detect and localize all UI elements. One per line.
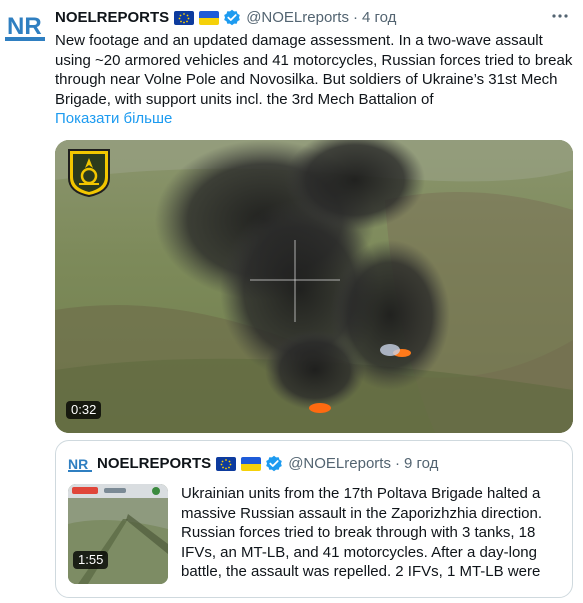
quoted-header-separator: ·	[394, 455, 400, 472]
ukraine-flag-icon	[199, 11, 220, 25]
quoted-account-name[interactable]: NOELREPORTS	[97, 454, 211, 474]
quoted-video-frame	[68, 484, 168, 584]
verified-badge-icon	[223, 9, 241, 27]
header-separator: ·	[352, 9, 358, 26]
video-duration: 0:32	[66, 401, 102, 419]
account-avatar[interactable]: NR	[5, 7, 45, 43]
quoted-tweet-timestamp[interactable]: 9 год	[404, 454, 438, 474]
eu-flag-icon	[174, 11, 195, 25]
brigade-emblem-icon	[67, 148, 111, 198]
tweet-header: NOELREPORTS @NOELreports · 4 год	[55, 8, 396, 28]
account-handle[interactable]: @NOELreports	[246, 8, 349, 28]
ukraine-flag-icon	[241, 457, 262, 471]
quoted-account-handle[interactable]: @NOELreports	[288, 454, 391, 474]
quoted-video-duration: 1:55	[73, 551, 109, 569]
show-more-link[interactable]: Показати більше	[55, 109, 172, 129]
eu-flag-icon	[216, 457, 237, 471]
tweet-timestamp[interactable]: 4 год	[362, 8, 396, 28]
account-name[interactable]: NOELREPORTS	[55, 8, 169, 28]
video-frame	[55, 140, 573, 433]
tweet-video[interactable]: 0:32	[55, 140, 573, 433]
verified-badge-icon	[265, 455, 283, 473]
quoted-tweet-text: Ukrainian units from the 17th Poltava Br…	[181, 485, 543, 580]
quoted-avatar-logo-text: NR	[68, 456, 88, 472]
quoted-tweet[interactable]: NR NOELREPORTS @NOELreports · 9 год 1:55…	[55, 440, 573, 598]
quoted-account-avatar[interactable]: NR	[68, 456, 92, 472]
avatar-logo-text: NR	[7, 13, 42, 40]
quoted-video-thumbnail[interactable]	[68, 484, 168, 584]
tweet-text: New footage and an updated damage assess…	[55, 32, 573, 108]
quoted-tweet-header: NOELREPORTS @NOELreports · 9 год	[97, 454, 438, 474]
more-options-icon[interactable]	[550, 6, 570, 26]
